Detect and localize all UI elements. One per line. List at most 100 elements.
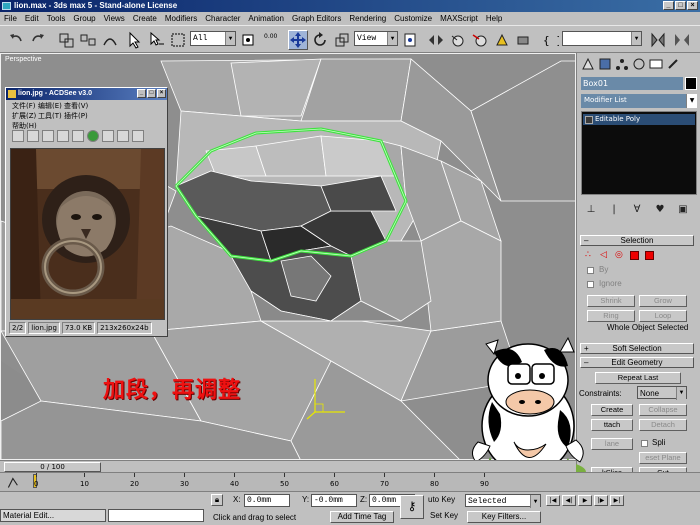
close-button[interactable]: × <box>157 89 166 98</box>
close-button[interactable]: × <box>687 1 698 10</box>
menu-character[interactable]: Character <box>201 12 244 25</box>
reset-plane-button[interactable]: eset Plane <box>639 452 687 464</box>
slice-plane-button[interactable]: lane <box>591 438 633 450</box>
align-icon[interactable] <box>448 30 468 50</box>
repeat-last-button[interactable]: Repeat Last <box>595 372 681 384</box>
y-coordinate-field[interactable]: -0.0mm <box>311 494 357 507</box>
selection-rollout-header[interactable]: – Selection <box>580 235 694 246</box>
menu-tools[interactable]: Tools <box>43 12 70 25</box>
mirror-icon[interactable] <box>426 30 446 50</box>
element-icon[interactable] <box>645 251 654 260</box>
shrink-button[interactable]: Shrink <box>587 295 635 307</box>
lock-selection-icon[interactable]: 🔒︎ <box>211 494 223 506</box>
go-to-end-icon[interactable]: ▶| <box>610 495 624 506</box>
auto-key-button[interactable]: uto Key <box>428 495 455 504</box>
copy-icon[interactable] <box>72 130 84 142</box>
viewport-label[interactable]: Perspective <box>5 56 42 63</box>
selection-filter-dropdown[interactable]: All ▼ <box>190 31 236 46</box>
place-highlight-icon[interactable] <box>492 30 512 50</box>
maximize-button[interactable]: □ <box>675 1 686 10</box>
menu-views[interactable]: Views <box>100 12 129 25</box>
grow-button[interactable]: Grow <box>639 295 687 307</box>
vertex-icon[interactable]: ∴ <box>585 251 594 260</box>
object-name-field[interactable]: Box01 <box>581 77 683 90</box>
redo-icon[interactable] <box>28 30 48 50</box>
acdsee-menu-view[interactable]: 查看(V) <box>64 102 94 111</box>
menu-group[interactable]: Group <box>69 12 99 25</box>
minimize-button[interactable]: _ <box>663 1 674 10</box>
normal-align-icon[interactable] <box>470 30 490 50</box>
create-button[interactable]: Create <box>591 404 633 416</box>
browse-icon[interactable] <box>12 130 24 142</box>
display-tab-icon[interactable] <box>649 57 663 71</box>
go-to-start-icon[interactable]: |◀ <box>546 495 560 506</box>
set-key-button[interactable]: Set Key <box>430 511 458 520</box>
refresh-icon[interactable] <box>87 130 99 142</box>
named-selection-sets-dropdown[interactable]: ▼ <box>562 31 642 46</box>
key-selection-dropdown[interactable]: Selected ▼ <box>465 494 541 508</box>
acdsee-title-bar[interactable]: lion.jpg - ACDSee v3.0 _ □ × <box>6 88 167 100</box>
pivot-center-icon[interactable] <box>400 30 420 50</box>
menu-file[interactable]: File <box>0 12 21 25</box>
3dsmax-app-icon[interactable] <box>2 2 11 10</box>
pin-stack-icon[interactable]: ⊥ <box>585 204 597 216</box>
split-checkbox[interactable] <box>641 440 648 447</box>
zoom-in-icon[interactable] <box>117 130 129 142</box>
menu-rendering[interactable]: Rendering <box>345 12 390 25</box>
maximize-button[interactable]: □ <box>147 89 156 98</box>
open-folder-icon[interactable] <box>27 130 39 142</box>
acdsee-menu-extend[interactable]: 扩展(Z) <box>12 112 38 121</box>
hierarchy-tab-icon[interactable] <box>615 57 629 71</box>
previous-icon[interactable] <box>42 130 54 142</box>
utilities-tab-icon[interactable] <box>666 57 680 71</box>
acdsee-menu-edit[interactable]: 编辑(E) <box>38 102 64 111</box>
next-icon[interactable] <box>57 130 69 142</box>
by-vertex-checkbox[interactable] <box>587 267 594 274</box>
menu-maxscript[interactable]: MAXScript <box>436 12 482 25</box>
add-time-tag-button[interactable]: Add Time Tag <box>330 511 394 523</box>
ignore-backfacing-checkbox[interactable] <box>587 281 594 288</box>
bind-to-space-warp-icon[interactable] <box>100 30 120 50</box>
object-color-swatch[interactable] <box>685 77 697 90</box>
timeline-ruler[interactable]: 0 10 20 30 40 50 60 70 80 90 <box>0 472 700 491</box>
edge-icon[interactable]: ◁ <box>600 251 609 260</box>
material-editor-taskbar-item[interactable]: Material Edit... <box>0 509 106 522</box>
select-window-icon[interactable] <box>238 30 258 50</box>
show-end-result-icon[interactable]: | <box>608 204 620 216</box>
menu-modifiers[interactable]: Modifiers <box>161 12 201 25</box>
zoom-out-icon[interactable] <box>102 130 114 142</box>
zoom-fit-icon[interactable] <box>132 130 144 142</box>
detach-button[interactable]: Detach <box>639 419 687 431</box>
menu-edit[interactable]: Edit <box>21 12 43 25</box>
key-filters-button[interactable]: Key Filters... <box>467 511 541 523</box>
select-and-scale-icon[interactable] <box>332 30 352 50</box>
previous-frame-icon[interactable]: ◀| <box>562 495 576 506</box>
border-icon[interactable]: ◎ <box>615 251 624 260</box>
named-selection-sets-icon[interactable]: { } <box>540 30 563 50</box>
spinner-value[interactable]: 0.00 <box>262 30 286 50</box>
menu-animation[interactable]: Animation <box>244 12 288 25</box>
modify-tab-icon[interactable] <box>598 57 612 71</box>
align-camera-icon[interactable] <box>514 30 534 50</box>
modifier-stack[interactable]: Editable Poly <box>581 111 697 195</box>
acdsee-menu-plugins[interactable]: 插件(P) <box>64 112 94 121</box>
x-coordinate-field[interactable]: 0.0mm <box>244 494 290 507</box>
select-and-link-icon[interactable] <box>56 30 76 50</box>
attach-button[interactable]: ttach <box>591 419 633 431</box>
collapse-button[interactable]: Collapse <box>639 404 687 416</box>
mirror-selected-icon[interactable] <box>648 30 668 50</box>
remove-modifier-icon[interactable]: ♥ <box>654 204 666 216</box>
acdsee-menu-file[interactable]: 文件(F) <box>12 102 38 111</box>
rectangular-selection-icon[interactable] <box>168 30 188 50</box>
acdsee-window[interactable]: lion.jpg - ACDSee v3.0 _ □ × 文件(F) 编辑(E)… <box>5 87 168 337</box>
menu-customize[interactable]: Customize <box>390 12 436 25</box>
select-object-icon[interactable] <box>124 30 144 50</box>
modifier-list-dropdown[interactable]: Modifier List ▼ <box>581 94 697 108</box>
open-mini-curve-editor-icon[interactable] <box>4 473 18 489</box>
next-frame-icon[interactable]: |▶ <box>594 495 608 506</box>
menu-create[interactable]: Create <box>129 12 161 25</box>
motion-tab-icon[interactable] <box>632 57 646 71</box>
polygon-icon[interactable] <box>630 251 639 260</box>
key-icon[interactable]: ⚷ <box>400 495 424 519</box>
soft-selection-rollout-header[interactable]: + Soft Selection <box>580 343 694 354</box>
